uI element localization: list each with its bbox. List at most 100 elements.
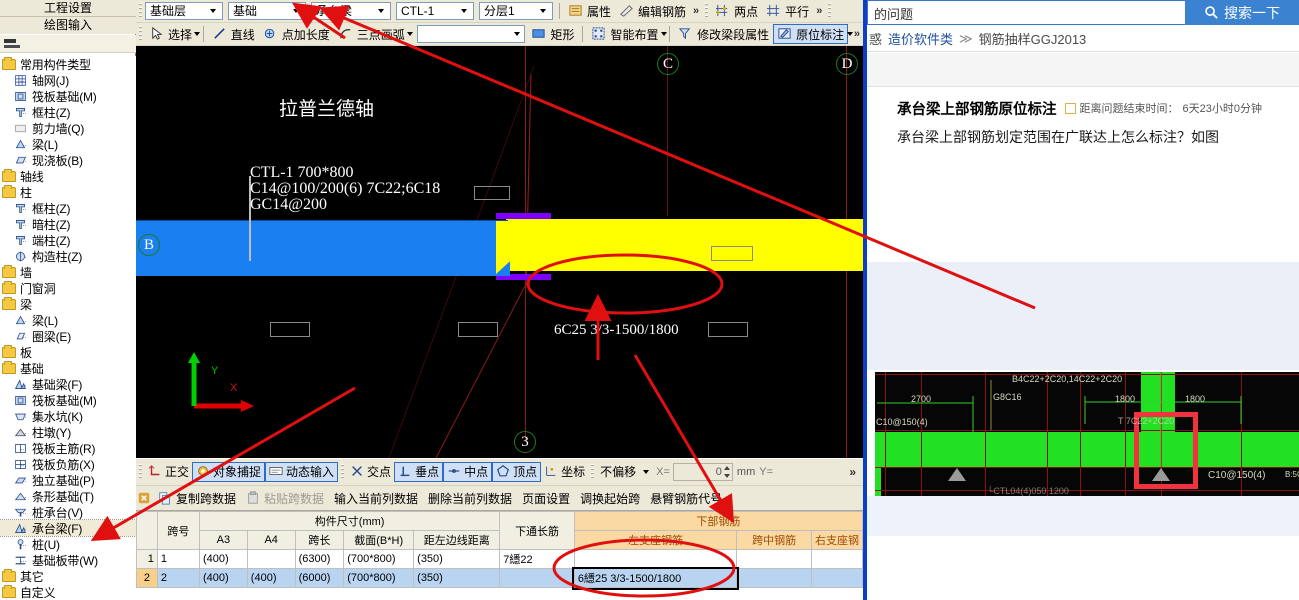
- swap-start-span-button[interactable]: 调换起始跨: [575, 488, 645, 508]
- cell-r0-c3[interactable]: (6300): [294, 549, 345, 569]
- chevron-down-icon[interactable]: [289, 3, 303, 19]
- chevron-down-icon[interactable]: [374, 3, 388, 19]
- chevron-down-icon[interactable]: [639, 464, 653, 480]
- cell-r0-c8[interactable]: [736, 549, 812, 569]
- cell-r0-c0[interactable]: 1: [156, 549, 200, 569]
- rect-button[interactable]: 矩形: [527, 24, 578, 44]
- paste-span-data-button[interactable]: 粘贴跨数据: [241, 488, 329, 508]
- chevron-down-icon[interactable]: [510, 26, 524, 42]
- two-point-button[interactable]: 两点: [711, 1, 762, 21]
- toolbar-overflow-1[interactable]: »: [690, 5, 702, 17]
- row-header[interactable]: 1: [136, 549, 158, 569]
- tree-item-12[interactable]: 构造柱(Z): [0, 248, 136, 264]
- tree-item-13[interactable]: 墙: [0, 264, 136, 280]
- page-setup-button[interactable]: 页面设置: [517, 488, 575, 508]
- cantilever-rebar-code-button[interactable]: 悬臂钢筋代号: [645, 488, 727, 508]
- input-current-column-button[interactable]: 输入当前列数据: [329, 488, 423, 508]
- header-col-8[interactable]: 跨中钢筋: [736, 530, 812, 550]
- vertex-snap[interactable]: 顶点: [492, 461, 542, 482]
- layer-select[interactable]: 分层1: [479, 2, 553, 20]
- cell-r1-c5[interactable]: (350): [413, 568, 501, 588]
- ortho-toggle[interactable]: 正交: [145, 462, 192, 482]
- breadcrumb-item-1[interactable]: 造价软件类: [888, 29, 953, 48]
- breadcrumb-item-2[interactable]: 钢筋抽样GGJ2013: [979, 29, 1087, 48]
- properties-button[interactable]: 属性: [564, 1, 615, 21]
- smart-layout-button[interactable]: 智能布置: [587, 24, 662, 44]
- header-col-5[interactable]: 距左边线距离: [413, 530, 501, 550]
- empty-combo[interactable]: [417, 25, 526, 43]
- floor-select[interactable]: 基础层: [145, 2, 223, 20]
- cell-r1-c9[interactable]: [810, 568, 863, 588]
- toolbar2-overflow[interactable]: »: [851, 28, 863, 40]
- cell-r0-c6[interactable]: 7䌥22: [499, 549, 575, 569]
- header-col-1[interactable]: A3: [198, 530, 248, 550]
- tree-item-19[interactable]: 基础: [0, 360, 136, 376]
- three-point-arc-button[interactable]: 三点画弧: [334, 24, 409, 44]
- tree-item-11[interactable]: 端柱(Z): [0, 232, 136, 248]
- chevron-down-icon[interactable]: [407, 26, 414, 42]
- perpendicular-snap[interactable]: 垂点: [394, 461, 444, 482]
- tree-item-18[interactable]: 板: [0, 344, 136, 360]
- tree-item-7[interactable]: 轴线: [0, 168, 136, 184]
- dynamic-input-toggle[interactable]: 动态输入: [265, 461, 339, 482]
- tree-item-31[interactable]: 基础板带(W): [0, 552, 136, 568]
- tree-item-8[interactable]: 柱: [0, 184, 136, 200]
- search-button[interactable]: 搜索一下: [1185, 0, 1299, 25]
- coordinate-toggle[interactable]: 坐标: [541, 462, 588, 482]
- header-span-no[interactable]: 跨号: [156, 511, 200, 550]
- tree-item-28[interactable]: 桩承台(V): [0, 504, 136, 520]
- in-situ-annotation-button[interactable]: 原位标注: [773, 24, 849, 44]
- point-length-button[interactable]: 点加长度: [259, 24, 334, 44]
- object-snap-toggle[interactable]: 对象捕捉: [192, 461, 266, 482]
- tree-item-24[interactable]: 筏板主筋(R): [0, 440, 136, 456]
- breadcrumb-item-0[interactable]: 惑: [869, 29, 882, 48]
- search-input[interactable]: 的问题: [867, 0, 1185, 25]
- delete-current-column-button[interactable]: 删除当前列数据: [423, 488, 517, 508]
- offset-mode-select[interactable]: 不偏移: [597, 462, 639, 482]
- cell-r1-c4[interactable]: (700*800): [343, 568, 415, 588]
- tree-item-20[interactable]: 基础梁(F): [0, 376, 136, 392]
- chevron-down-icon[interactable]: [457, 3, 471, 19]
- parallel-button[interactable]: 平行: [762, 1, 813, 21]
- tree-item-5[interactable]: 梁(L): [0, 136, 136, 152]
- tree-item-29[interactable]: 承台梁(F): [0, 519, 136, 537]
- tree-item-23[interactable]: 柱墩(Y): [0, 424, 136, 440]
- tree-item-2[interactable]: 筏板基础(M): [0, 88, 136, 104]
- tree-item-14[interactable]: 门窗洞: [0, 280, 136, 296]
- tree-item-25[interactable]: 筏板负筋(X): [0, 456, 136, 472]
- header-bottom-through-rebar[interactable]: 下通长筋: [499, 511, 575, 550]
- component-tree[interactable]: 常用构件类型 轴网(J) 筏板基础(M) 框柱(Z) 剪力墙(Q) 梁(L) 现浇板(B) 轴…: [0, 56, 136, 600]
- header-col-7[interactable]: 左支座钢筋: [573, 530, 738, 550]
- tree-item-6[interactable]: 现浇板(B): [0, 152, 136, 168]
- intersection-snap[interactable]: 交点: [347, 462, 394, 482]
- cell-r1-c3[interactable]: (6000): [294, 568, 345, 588]
- line-button[interactable]: 直线: [208, 24, 259, 44]
- tree-item-4[interactable]: 剪力墙(Q): [0, 120, 136, 136]
- tab-drawing-input[interactable]: 绘图输入: [0, 17, 136, 34]
- x-value-input[interactable]: 0: [672, 462, 733, 481]
- tree-item-27[interactable]: 条形基础(T): [0, 488, 136, 504]
- tree-item-21[interactable]: 筏板基础(M): [0, 392, 136, 408]
- cell-r1-c1[interactable]: (400): [198, 568, 248, 588]
- tree-item-17[interactable]: 圈梁(E): [0, 328, 136, 344]
- cell-r0-c5[interactable]: (350): [413, 549, 501, 569]
- tree-item-30[interactable]: 桩(U): [0, 536, 136, 552]
- snapbar-overflow[interactable]: »: [846, 465, 859, 479]
- tree-item-9[interactable]: 框柱(Z): [0, 200, 136, 216]
- chevron-down-icon[interactable]: [206, 3, 220, 19]
- copy-span-data-button[interactable]: 复制跨数据: [153, 488, 241, 508]
- cell-r0-c1[interactable]: (400): [198, 549, 248, 569]
- cell-r0-c4[interactable]: (700*800): [343, 549, 415, 569]
- drawing-canvas[interactable]: 拉普兰德轴 CTL-1 700*800 C14@100/200(6) 7C22;…: [136, 46, 863, 458]
- chevron-down-icon[interactable]: [536, 3, 550, 19]
- close-icon[interactable]: [138, 492, 150, 504]
- tab-project-settings[interactable]: 工程设置: [0, 0, 136, 17]
- edit-rebar-button[interactable]: 编辑钢筋: [615, 1, 690, 21]
- spinner-down-icon[interactable]: [723, 473, 730, 478]
- midpoint-snap[interactable]: 中点: [443, 461, 493, 482]
- spinner-icon[interactable]: [723, 465, 731, 479]
- chevron-down-icon[interactable]: [194, 26, 201, 42]
- header-col-2[interactable]: A4: [246, 530, 296, 550]
- cell-r1-c2[interactable]: (400): [246, 568, 296, 588]
- span-data-grid[interactable]: 跨号 构件尺寸(mm) 下通长筋 下部钢筋 A3 A4 跨长 截面(B*H) 距左边线距离 左支座…: [136, 510, 863, 600]
